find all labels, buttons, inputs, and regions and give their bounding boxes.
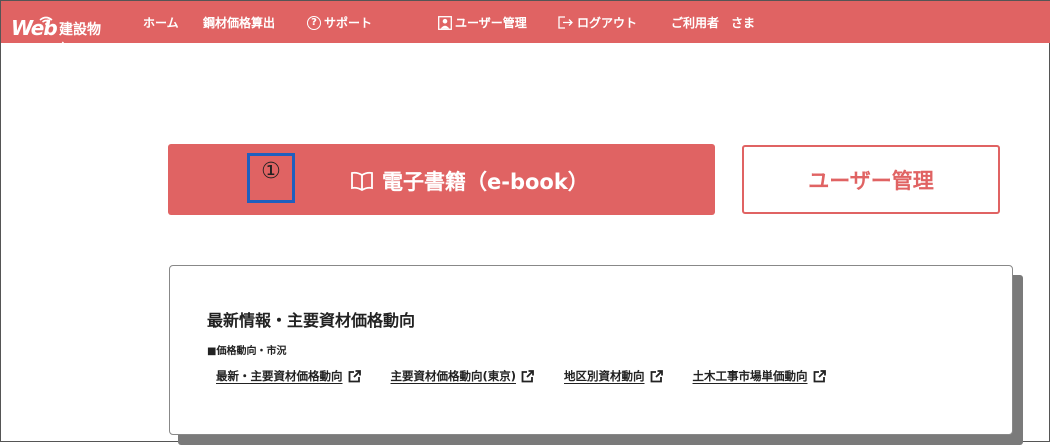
ebook-button-label: 電子書籍（e-book） <box>382 170 589 194</box>
link-latest-price-trends-label: 最新・主要資材価格動向 <box>216 369 343 383</box>
link-tokyo-price-trends[interactable]: 主要資材価格動向(東京) <box>391 368 535 384</box>
nav-user-management[interactable]: ユーザー管理 <box>438 14 527 31</box>
wifi-icon <box>39 10 53 29</box>
external-link-icon <box>521 369 534 383</box>
nav-logout[interactable]: ログアウト <box>558 14 637 31</box>
nav-logout-label: ログアウト <box>577 16 638 30</box>
ebook-button-content: 電子書籍（e-book） <box>350 166 589 196</box>
info-card-subtitle: ■価格動向・市況 <box>207 346 287 357</box>
nav-support[interactable]: ? サポート <box>307 14 372 31</box>
external-link-icon <box>348 369 361 383</box>
info-card: 最新情報・主要資材価格動向 ■価格動向・市況 最新・主要資材価格動向 主要資材価… <box>169 265 1013 435</box>
top-navbar: Web 建設物価 ホーム 鋼材価格算出 ? サポート ユーザー管理 ログアウト … <box>1 1 1050 58</box>
link-civil-unit-price-trends-label: 土木工事市場単価動向 <box>692 369 808 383</box>
external-link-icon <box>813 369 826 383</box>
nav-home[interactable]: ホーム <box>143 14 179 31</box>
user-icon <box>438 15 452 30</box>
site-logo[interactable]: Web 建設物価 <box>11 10 111 58</box>
link-regional-trends[interactable]: 地区別資材動向 <box>564 368 663 384</box>
link-regional-trends-label: 地区別資材動向 <box>564 369 645 383</box>
user-greeting-label: ご利用者 さま <box>671 16 756 30</box>
info-card-title: 最新情報・主要資材価格動向 <box>207 311 416 330</box>
link-latest-price-trends[interactable]: 最新・主要資材価格動向 <box>216 368 361 384</box>
logout-icon <box>558 16 574 29</box>
annotation-marker-label: ① <box>261 159 281 184</box>
nav-price-calc[interactable]: 鋼材価格算出 <box>203 14 275 31</box>
user-management-button[interactable]: ユーザー管理 <box>742 145 1000 214</box>
annotation-marker: ① <box>247 153 295 203</box>
external-link-icon <box>650 369 663 383</box>
nav-home-label: ホーム <box>143 16 179 30</box>
nav-support-label: サポート <box>324 16 373 30</box>
nav-price-calc-label: 鋼材価格算出 <box>203 16 276 30</box>
nav-user-management-label: ユーザー管理 <box>455 16 527 30</box>
logo-name: 建設物価 <box>59 22 101 58</box>
question-circle-icon: ? <box>307 15 321 30</box>
user-greeting: ご利用者 さま <box>671 14 755 31</box>
link-tokyo-price-trends-label: 主要資材価格動向(東京) <box>390 369 517 383</box>
book-open-icon <box>350 171 374 191</box>
info-card-links: 最新・主要資材価格動向 主要資材価格動向(東京) 地区別資材動向 土木工事市場単… <box>216 368 826 384</box>
user-management-button-label: ユーザー管理 <box>808 168 934 193</box>
ebook-button[interactable]: ① 電子書籍（e-book） <box>168 144 715 215</box>
link-civil-unit-price-trends[interactable]: 土木工事市場単価動向 <box>693 368 826 384</box>
